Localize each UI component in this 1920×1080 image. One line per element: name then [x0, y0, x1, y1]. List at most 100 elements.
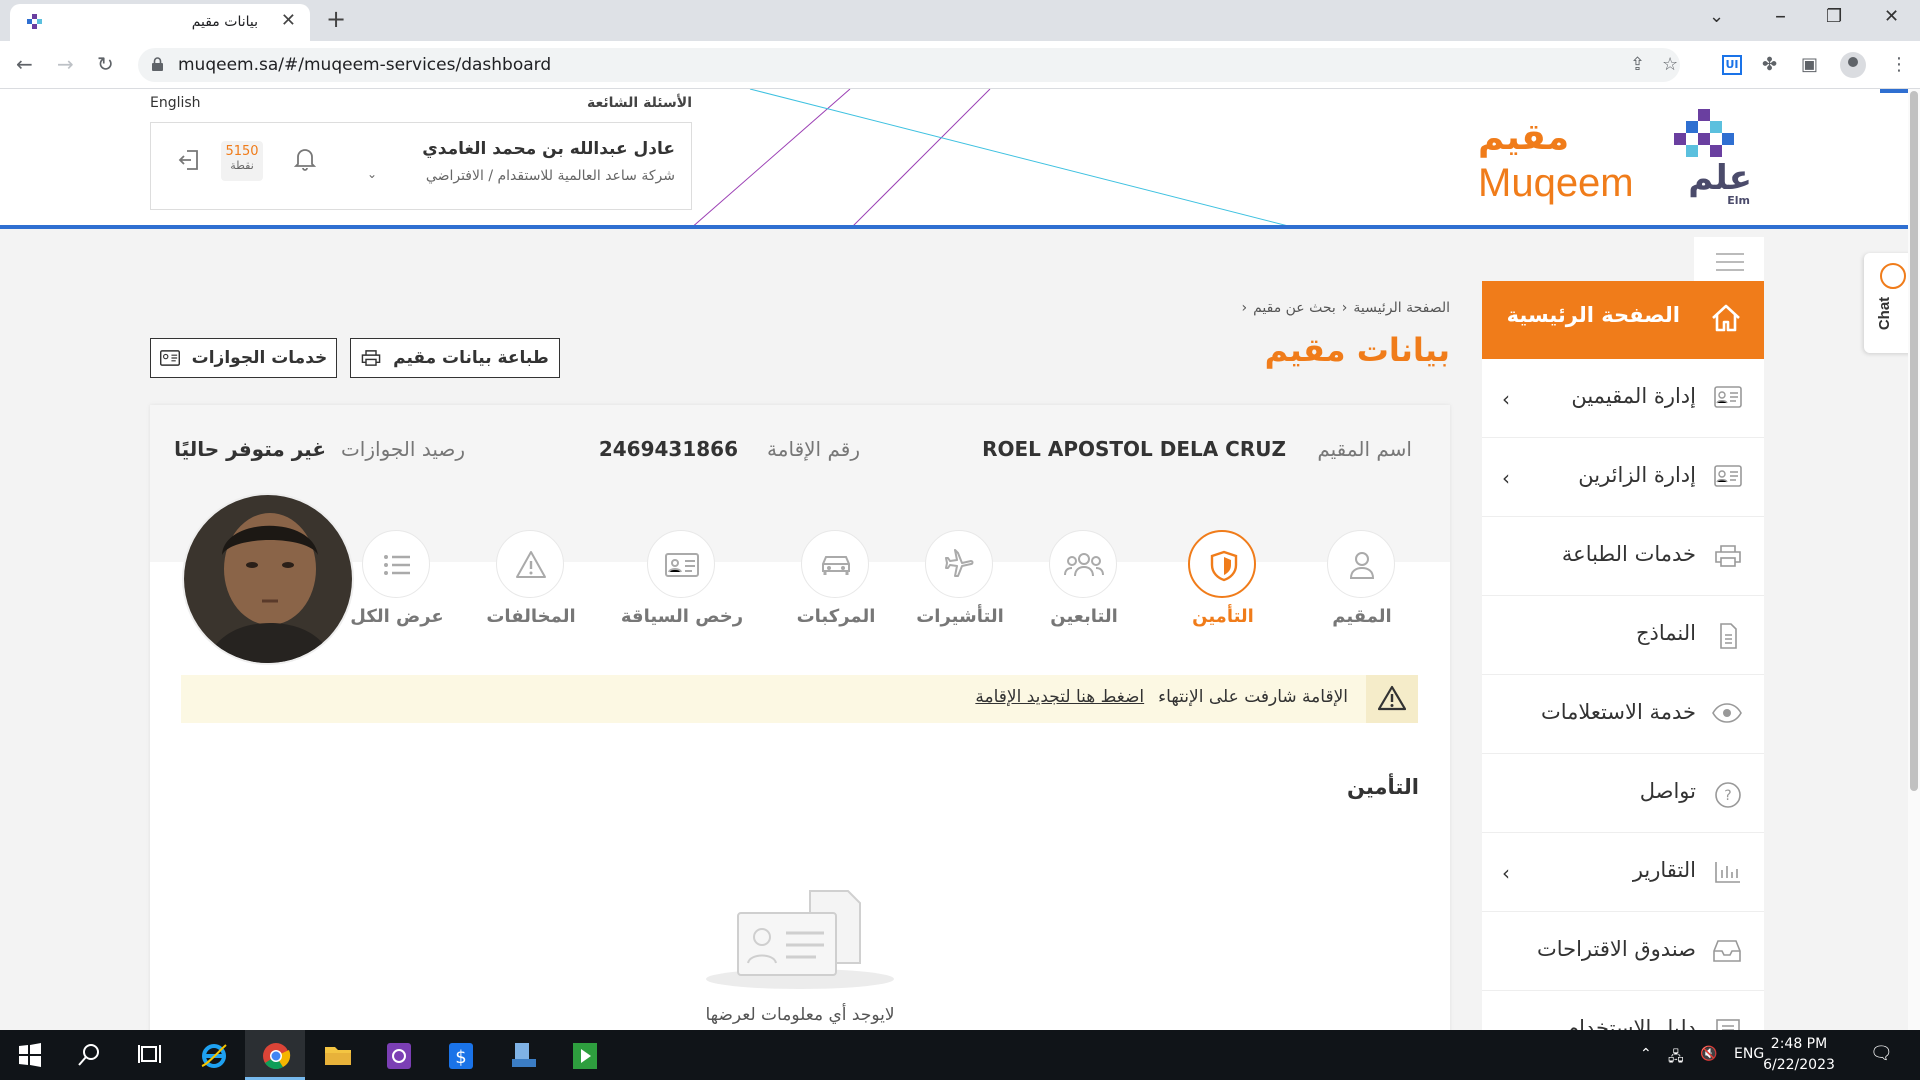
task-view-button[interactable] [120, 1030, 180, 1080]
expiry-alert: الإقامة شارفت على الإنتهاء اضغط هنا لتجدي… [181, 675, 1418, 723]
chevron-left-icon[interactable]: ‹ [1502, 466, 1510, 490]
sidebar-item-residents[interactable]: إدارة المقيمين ‹ [1482, 359, 1764, 438]
logout-icon[interactable] [177, 149, 201, 171]
bell-icon[interactable] [294, 147, 316, 171]
sidebar-item-suggestions[interactable]: صندوق الاقتراحات [1482, 912, 1764, 991]
internet-explorer-button[interactable] [183, 1030, 243, 1080]
breadcrumb-home[interactable]: الصفحة الرئيسية [1353, 300, 1450, 316]
passport-services-button[interactable]: خدمات الجوازات [150, 338, 337, 378]
empty-state-icon [706, 890, 894, 989]
app-doc-button[interactable] [493, 1030, 553, 1080]
app-purple-icon [387, 1043, 411, 1069]
points-value: 5150 [225, 144, 259, 159]
tab-vehicles[interactable]: المركبات [766, 530, 906, 630]
resident-name: ROEL APOSTOL DELA CRUZ [982, 437, 1286, 461]
app-dollar-button[interactable]: $ [431, 1030, 491, 1080]
book-icon [1716, 1019, 1740, 1030]
tab-visas[interactable]: التأشيرات [890, 530, 1030, 630]
sidebar-item-guide[interactable]: دليل الاستخدام [1482, 991, 1764, 1030]
notifications-icon[interactable]: 🗨 [1870, 1043, 1893, 1064]
sidebar-item-label: صندوق الاقتراحات [1536, 937, 1696, 961]
warning-icon [1378, 685, 1406, 711]
sidebar-item-contact[interactable]: تواصل ? [1482, 754, 1764, 833]
faq-link[interactable]: الأسئلة الشائعة [540, 95, 692, 111]
browser-tab-strip: بيانات مقيم ✕ + ⌄ – ❐ ✕ [0, 0, 1920, 41]
browser-tab[interactable]: بيانات مقيم ✕ [10, 4, 310, 41]
tab-search-chevron-icon[interactable]: ⌄ [1709, 6, 1724, 27]
address-bar[interactable]: muqeem.sa/#/muqeem-services/dashboard ⇪ … [138, 48, 1680, 82]
muqeem-logo-ar: مقيم [1478, 117, 1570, 158]
close-tab-icon[interactable]: ✕ [281, 10, 296, 31]
search-button[interactable] [60, 1030, 120, 1080]
print-resident-label: طباعة بيانات مقيم [393, 348, 549, 368]
network-icon[interactable]: 🖧 [1668, 1046, 1684, 1070]
tab-dependents[interactable]: التابعين [1014, 530, 1154, 630]
sidebar-item-printing[interactable]: خدمات الطباعة [1482, 517, 1764, 596]
app-purple-button[interactable] [369, 1030, 429, 1080]
forward-icon[interactable]: → [57, 52, 74, 76]
menu-toggle-icon[interactable] [1694, 237, 1764, 287]
tab-label: المركبات [796, 606, 876, 627]
tab-label: التأشيرات [916, 606, 1004, 627]
volume-muted-icon[interactable]: 🔇 [1700, 1046, 1717, 1062]
chevron-down-icon[interactable]: ⌄ [367, 167, 377, 181]
user-name: عادل عبدالله بن محمد الغامدي [422, 139, 675, 159]
app-player-button[interactable] [555, 1030, 615, 1080]
start-button[interactable] [0, 1030, 60, 1080]
ui-extension-icon[interactable]: UI [1722, 55, 1742, 75]
shield-icon [1210, 550, 1238, 582]
share-icon[interactable]: ⇪ [1630, 54, 1645, 75]
back-icon[interactable]: ← [16, 52, 33, 76]
sidebar-item-home[interactable]: الصفحة الرئيسية [1482, 281, 1764, 359]
chevron-left-icon[interactable]: ‹ [1502, 387, 1510, 411]
minimize-icon[interactable]: – [1775, 4, 1786, 29]
sidebar-item-inquiries[interactable]: خدمة الاستعلامات [1482, 675, 1764, 754]
points-badge: 5150 نقطة [221, 141, 263, 181]
tray-up-chevron-icon[interactable]: ⌃ [1640, 1046, 1652, 1062]
sidebar-item-visitors[interactable]: إدارة الزائرين ‹ [1482, 438, 1764, 517]
app-dollar-icon: $ [449, 1043, 473, 1069]
folder-icon [325, 1047, 351, 1065]
elm-logo-icon: علم Elm [1674, 109, 1752, 207]
sidebar-item-label: التقارير [1632, 858, 1696, 882]
reload-icon[interactable]: ↻ [97, 52, 114, 76]
bookmark-star-icon[interactable]: ☆ [1662, 54, 1678, 75]
system-clock[interactable]: 2:48 PM 6/22/2023 [1754, 1034, 1844, 1076]
page-title: بيانات مقيم [1264, 331, 1450, 369]
profile-avatar-icon[interactable] [1840, 52, 1866, 78]
breadcrumb-separator: ‹ [1241, 300, 1248, 316]
tab-label: المخالفات [486, 606, 576, 627]
breadcrumb-search[interactable]: بحث عن مقيم [1253, 300, 1336, 316]
site-header: علم Elm مقيم Muqeem الأسئلة الشائعة Engl… [0, 89, 1920, 229]
sidebar-item-label: تواصل [1639, 779, 1696, 803]
empty-state-text: لايوجد أي معلومات لعرضها [705, 1005, 895, 1025]
extensions-puzzle-icon[interactable]: ✤ [1762, 54, 1777, 75]
restore-icon[interactable]: ❐ [1826, 6, 1842, 27]
sidebar-item-reports[interactable]: التقارير ‹ [1482, 833, 1764, 912]
resident-card: اسم المقيم ROEL APOSTOL DELA CRUZ رقم ال… [150, 405, 1450, 1030]
side-panel-icon[interactable]: ▣ [1801, 54, 1818, 75]
clock-date: 6/22/2023 [1763, 1057, 1835, 1073]
tab-driving-licenses[interactable]: رخص السياقة [597, 530, 767, 630]
renew-iqama-link[interactable]: اضغط هنا لتجديد الإقامة [975, 687, 1144, 707]
points-label: نقطة [230, 159, 254, 172]
alert-message: الإقامة شارفت على الإنتهاء [1158, 687, 1348, 707]
print-resident-button[interactable]: طباعة بيانات مقيم [350, 338, 560, 378]
eye-icon [1712, 703, 1742, 723]
close-window-icon[interactable]: ✕ [1884, 6, 1899, 27]
sidebar-item-forms[interactable]: النماذج [1482, 596, 1764, 675]
chrome-button[interactable] [245, 1030, 305, 1080]
tab-insurance[interactable]: التأمين [1153, 530, 1293, 630]
browser-menu-icon[interactable]: ⋮ [1890, 54, 1908, 75]
language-switch[interactable]: English [150, 95, 201, 111]
breadcrumb-separator: ‹ [1341, 300, 1348, 316]
document-icon [1720, 623, 1737, 649]
scrollbar-thumb[interactable] [1910, 91, 1918, 791]
new-tab-icon[interactable]: + [326, 5, 346, 33]
tab-resident[interactable]: المقيم [1292, 530, 1432, 630]
tab-violations[interactable]: المخالفات [461, 530, 601, 630]
tab-show-all[interactable]: عرض الكل [327, 530, 467, 630]
file-explorer-button[interactable] [307, 1030, 367, 1080]
company-selector[interactable]: شركة ساعد العالمية للاستقدام / الافتراضي [426, 168, 675, 184]
chevron-left-icon[interactable]: ‹ [1502, 861, 1510, 885]
